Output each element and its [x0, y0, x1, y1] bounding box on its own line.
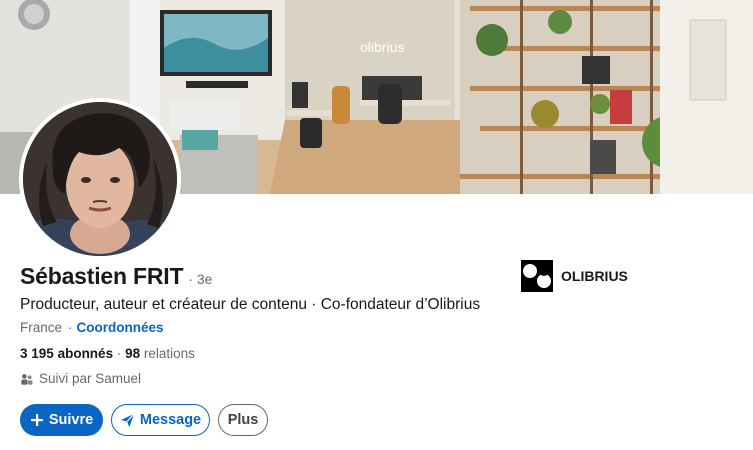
- profile-actions: Suivre Message Plus: [20, 404, 268, 436]
- send-icon: [120, 413, 135, 427]
- message-label: Message: [139, 412, 202, 428]
- follow-label: Suivre: [48, 412, 94, 428]
- followed-by-text: Suivi par Samuel: [39, 371, 142, 386]
- svg-text:olibrius: olibrius: [360, 39, 404, 55]
- more-label: Plus: [227, 412, 259, 428]
- location-row: France · Coordonnées: [20, 320, 164, 335]
- plus-icon: [30, 414, 43, 426]
- follow-button[interactable]: Suivre: [20, 404, 103, 436]
- stats-separator: ·: [116, 346, 122, 361]
- company-logo: [521, 260, 553, 292]
- message-button[interactable]: Message: [111, 404, 210, 436]
- contact-info-link[interactable]: Coordonnées: [77, 320, 164, 335]
- current-company[interactable]: OLIBRIUS: [521, 260, 628, 292]
- connection-degree: · 3e: [188, 271, 213, 287]
- company-name: OLIBRIUS: [561, 268, 628, 284]
- avatar[interactable]: [19, 98, 181, 260]
- profile-name: Sébastien FRIT: [20, 263, 184, 289]
- connections-count[interactable]: 98: [125, 346, 140, 361]
- followers-label: abonnés: [57, 346, 114, 361]
- profile-stats: 3 195 abonnés · 98 relations: [20, 346, 195, 361]
- profile-headline: Producteur, auteur et créateur de conten…: [20, 296, 481, 313]
- name-row: Sébastien FRIT · 3e: [20, 263, 212, 290]
- followed-by: Suivi par Samuel: [20, 371, 141, 386]
- people-icon: [21, 373, 33, 385]
- profile-location: France: [20, 320, 63, 335]
- connections-label[interactable]: relations: [144, 346, 195, 361]
- more-button[interactable]: Plus: [218, 404, 268, 436]
- followers-count: 3 195: [20, 346, 54, 361]
- location-separator: ·: [68, 320, 73, 335]
